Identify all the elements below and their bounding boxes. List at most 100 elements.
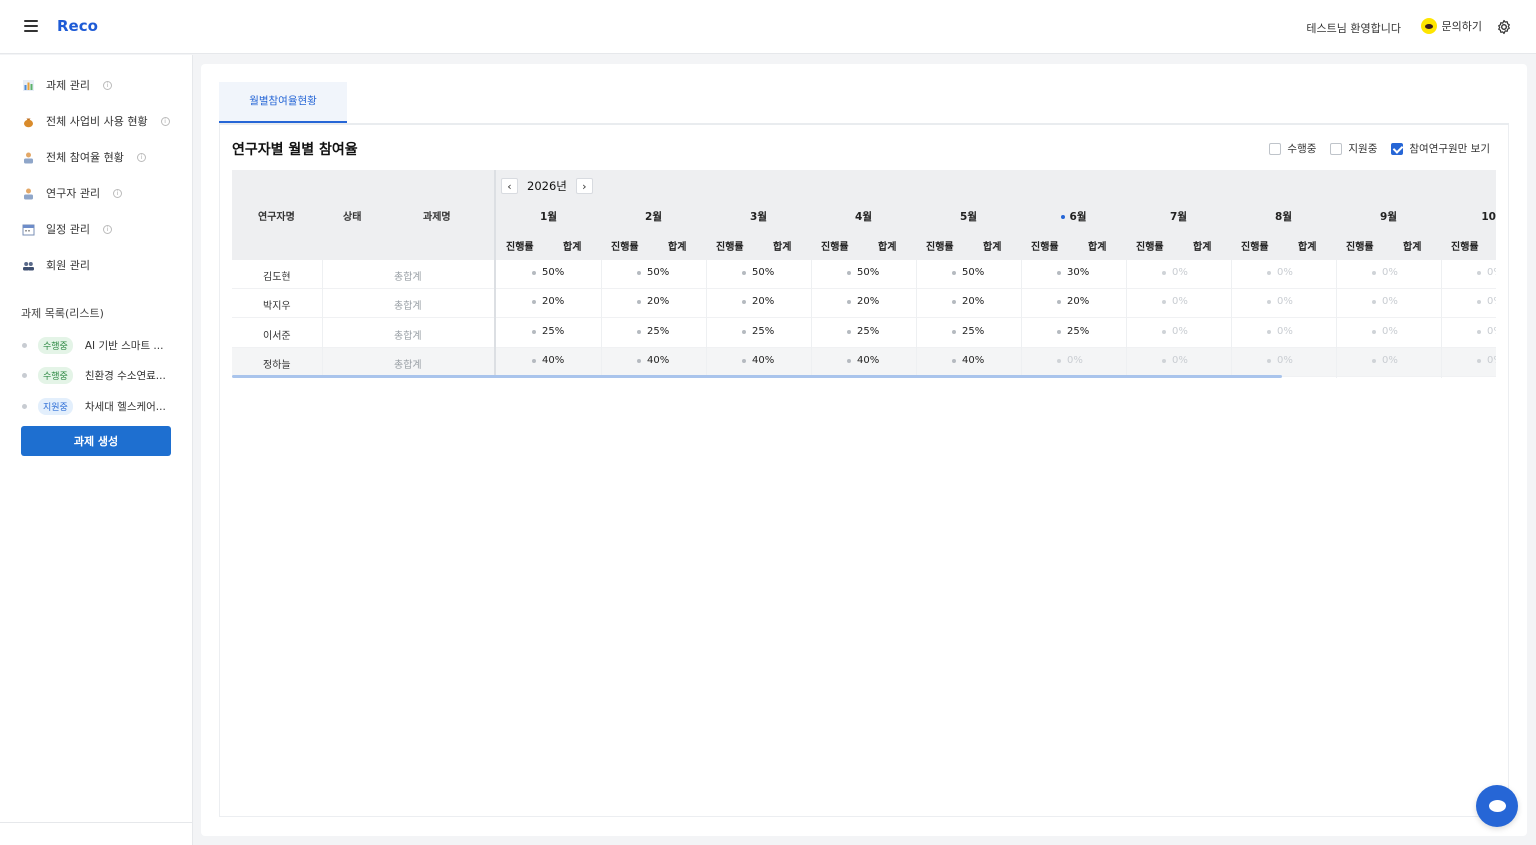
month-label: 5월: [960, 211, 977, 223]
sidebar-item-label: 전체 사업비 사용 현황: [46, 115, 148, 128]
rate-value: 50%: [857, 267, 880, 278]
month-label: 2월: [645, 211, 662, 223]
participation-rate-cell: 40%: [847, 355, 879, 366]
sub-header-total: 합계: [773, 242, 792, 253]
filter-in-progress[interactable]: 수행중: [1269, 141, 1316, 156]
project-list-item[interactable]: 수행중 친환경 수소연료...: [22, 367, 166, 384]
filter-applying[interactable]: 지원중: [1330, 141, 1377, 156]
chat-button[interactable]: [1476, 785, 1518, 827]
gear-icon[interactable]: [1496, 19, 1512, 35]
column-divider: [1126, 260, 1127, 378]
prev-year-button[interactable]: ‹: [501, 178, 518, 194]
participation-rate-cell: 40%: [532, 355, 564, 366]
sidebar-item-participation-status[interactable]: 전체 참여율 현황 i: [22, 149, 146, 165]
info-icon[interactable]: i: [136, 152, 146, 162]
rate-dot: [1057, 358, 1061, 363]
rate-dot: [952, 329, 956, 334]
sub-header-total: 합계: [1298, 242, 1317, 253]
info-icon[interactable]: i: [102, 80, 112, 90]
hamburger-menu-icon[interactable]: [24, 20, 38, 32]
table-row[interactable]: 정하늘 총합계 40% 40% 40% 40% 40% 0% 0% 0% 0% 0%: [232, 348, 1496, 377]
rate-value: 0%: [1382, 326, 1398, 337]
column-divider: [322, 260, 323, 378]
inquiry-label: 문의하기: [1441, 20, 1482, 33]
sub-header-progress: 진행률: [1451, 242, 1479, 253]
rate-value: 50%: [542, 267, 565, 278]
rate-dot: [1477, 270, 1481, 275]
rate-value: 25%: [542, 326, 565, 337]
rate-value: 20%: [752, 296, 775, 307]
rate-value: 40%: [752, 355, 775, 366]
sub-header-progress: 진행률: [821, 242, 849, 253]
rate-value: 40%: [857, 355, 880, 366]
table-row[interactable]: 김도현 총합계 50% 50% 50% 50% 50% 30% 0% 0% 0% 0%: [232, 260, 1496, 289]
rate-dot: [1267, 329, 1271, 334]
researcher-name: 김도현: [263, 272, 291, 283]
info-icon[interactable]: i: [160, 116, 170, 126]
inquiry-button[interactable]: 문의하기: [1420, 18, 1482, 34]
sub-header-total: 합계: [878, 242, 897, 253]
participation-rate-cell: 20%: [847, 296, 879, 307]
rate-value: 40%: [542, 355, 565, 366]
next-year-button[interactable]: ›: [575, 178, 593, 194]
rate-value: 0%: [1277, 355, 1293, 366]
project-name-cell: 총합계: [394, 272, 422, 283]
participation-rate-cell: 50%: [742, 267, 774, 278]
rate-value: 0%: [1382, 355, 1398, 366]
rate-value: 50%: [752, 267, 775, 278]
in-progress-checkbox[interactable]: [1269, 142, 1282, 155]
project-name-cell: 총합계: [394, 360, 422, 371]
kakao-chat-icon: [1420, 18, 1437, 34]
rate-value: 30%: [1067, 267, 1090, 278]
sidebar-item-project-management[interactable]: 과제 관리 i: [22, 77, 112, 93]
sub-header-progress: 진행률: [1136, 242, 1164, 253]
users-icon: [23, 261, 34, 270]
info-icon[interactable]: i: [113, 188, 123, 198]
rate-value: 0%: [1487, 326, 1496, 337]
participation-rate-cell: 0%: [1372, 267, 1398, 278]
sidebar-item-researcher-management[interactable]: 연구자 관리 i: [22, 185, 123, 201]
table-fixed-header: 연구자명 상태 과제명: [232, 170, 496, 260]
table-row[interactable]: 박지우 총합계 20% 20% 20% 20% 20% 20% 0% 0% 0% 0%: [232, 289, 1496, 318]
col-header-project: 과제명: [423, 212, 451, 223]
sidebar-item-member-management[interactable]: 회원 관리: [22, 257, 90, 273]
sidebar-item-label: 일정 관리: [46, 223, 90, 236]
project-list-item[interactable]: 지원중 차세대 헬스케어...: [22, 398, 166, 415]
rate-value: 0%: [1487, 355, 1496, 366]
rate-value: 20%: [1067, 296, 1090, 307]
participation-rate-cell: 25%: [847, 326, 879, 337]
rate-dot: [742, 299, 746, 304]
participation-rate-cell: 0%: [1057, 355, 1083, 366]
sub-header-total: 합계: [1403, 242, 1422, 253]
rate-dot: [1477, 329, 1481, 334]
rate-dot: [1372, 270, 1376, 275]
bullet-dot: [22, 343, 27, 348]
sidebar-item-budget-usage[interactable]: 전체 사업비 사용 현황 i: [22, 113, 170, 129]
filter-participants-only[interactable]: 참여연구원만 보기: [1391, 141, 1490, 156]
table-row[interactable]: 이서준 총합계 25% 25% 25% 25% 25% 25% 0% 0% 0% 0%: [232, 319, 1496, 348]
rate-dot: [1267, 299, 1271, 304]
project-name: 차세대 헬스케어...: [84, 401, 166, 413]
month-label: 9월: [1380, 211, 1397, 223]
rate-value: 20%: [857, 296, 880, 307]
participation-rate-cell: 25%: [637, 326, 669, 337]
tab-monthly-participation[interactable]: 월별참여율현황: [219, 82, 347, 123]
filter-group: 수행중 지원중 참여연구원만 보기: [1269, 141, 1490, 156]
participants-only-checkbox[interactable]: [1391, 142, 1404, 155]
status-badge: 지원중: [38, 398, 73, 415]
horizontal-scrollbar[interactable]: [232, 375, 1282, 378]
sub-header-total: 합계: [983, 242, 1002, 253]
sidebar: 과제 관리 i 전체 사업비 사용 현황 i 전체 참여율 현황 i 연구자 관리 i …: [0, 55, 193, 845]
applying-checkbox[interactable]: [1330, 142, 1343, 155]
rate-dot: [1162, 358, 1166, 363]
participation-rate-cell: 0%: [1162, 267, 1188, 278]
sidebar-item-schedule-management[interactable]: 일정 관리 i: [22, 221, 112, 237]
sub-header-total: 합계: [563, 242, 582, 253]
create-project-button[interactable]: 과제 생성: [21, 426, 171, 456]
column-divider: [1231, 260, 1232, 378]
rate-dot: [1477, 299, 1481, 304]
info-icon[interactable]: i: [102, 224, 112, 234]
project-list-item[interactable]: 수행중 AI 기반 스마트 ...: [22, 337, 163, 354]
app-logo[interactable]: Reco: [57, 17, 98, 35]
rate-value: 25%: [857, 326, 880, 337]
